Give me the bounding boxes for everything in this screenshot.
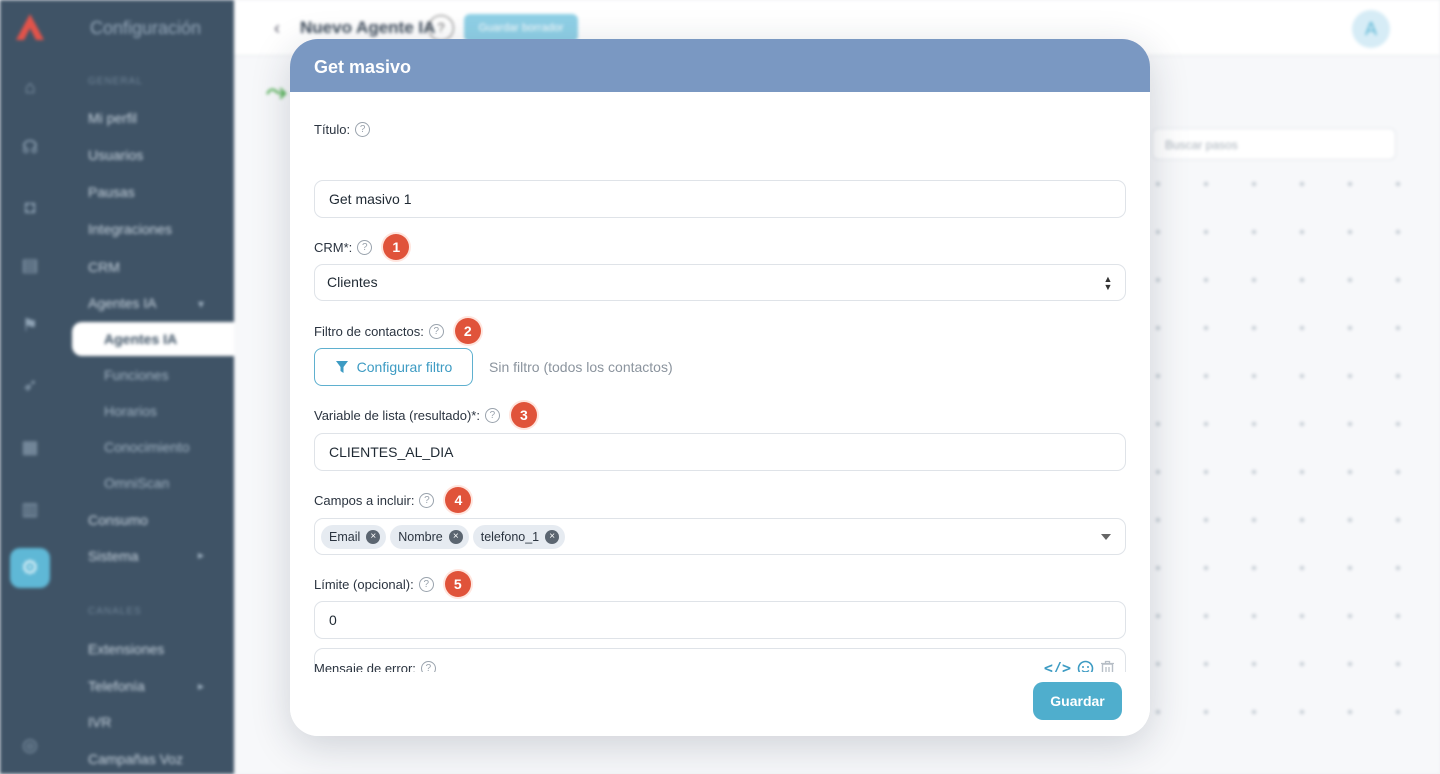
dropdown-caret-icon[interactable]: [1101, 534, 1111, 540]
icon-rail: ⌂ ☊ ◘ ▤ ⚑ ➶ ▦ ▥ ⚙ ◎: [0, 0, 60, 774]
limit-input[interactable]: 0: [314, 601, 1126, 639]
help-icon[interactable]: ?: [428, 15, 454, 41]
get-masivo-modal: Get masivo Título: ? Get masivo 1 CRM*: …: [290, 39, 1150, 736]
menu-subitem-schedules[interactable]: Horarios: [104, 403, 157, 419]
step-badge-3: 3: [510, 402, 537, 428]
step-badge-2: 2: [454, 318, 481, 344]
menu-item-integrations[interactable]: Integraciones: [88, 221, 172, 237]
canvas-search-input[interactable]: Buscar pasos: [1152, 128, 1396, 160]
fields-include-label: Campos a incluir:: [314, 492, 415, 508]
remove-tag-icon[interactable]: ×: [448, 529, 463, 544]
chevron-right-icon: ▸: [197, 679, 204, 693]
configure-filter-button[interactable]: Configurar filtro: [314, 348, 473, 386]
select-sort-icon: ▲ ▼: [1103, 274, 1113, 292]
modal-header: Get masivo: [290, 39, 1150, 92]
menu-subitem-omniscan[interactable]: OmniScan: [104, 475, 169, 491]
crm-select[interactable]: Clientes ▲ ▼: [314, 264, 1126, 301]
menu-item-users[interactable]: Usuarios: [88, 147, 143, 163]
modal-body: Título: ? Get masivo 1 CRM*: ? 1 Cliente…: [314, 92, 1126, 672]
menu-item-consumption[interactable]: Consumo: [88, 512, 148, 528]
title-label-row: Título: ?: [314, 118, 371, 140]
flag-icon[interactable]: ⚑: [19, 314, 41, 336]
remove-tag-icon[interactable]: ×: [545, 529, 560, 544]
modal-footer: [290, 672, 1150, 736]
chevron-down-icon: ▾: [197, 297, 204, 311]
save-draft-button[interactable]: Guardar borrador: [464, 14, 578, 42]
menu-item-profile[interactable]: Mi perfil: [88, 110, 137, 126]
list-variable-label-row: Variable de lista (resultado)*: ? 3: [314, 402, 537, 428]
step-badge-1: 1: [383, 234, 410, 260]
step-badge-4: 4: [445, 487, 472, 513]
menu-header: Configuración: [90, 18, 202, 38]
help-icon[interactable]: ?: [419, 492, 435, 508]
chat-icon[interactable]: ◘: [19, 196, 41, 218]
menu-item-system[interactable]: Sistema: [88, 548, 139, 564]
back-arrow-icon[interactable]: ‹: [274, 18, 280, 39]
contact-filter-label-row: Filtro de contactos: ? 2: [314, 318, 481, 344]
tag-email: Email ×: [321, 524, 387, 549]
menu-item-ivr[interactable]: IVR: [88, 714, 111, 730]
tag-telefono: telefono_1 ×: [472, 524, 566, 549]
reports-icon[interactable]: ▥: [19, 498, 41, 520]
step-badge-5: 5: [444, 571, 471, 597]
title-input[interactable]: Get masivo 1: [314, 180, 1126, 218]
configure-filter-label: Configurar filtro: [356, 359, 453, 375]
save-button[interactable]: Guardar: [1033, 682, 1122, 720]
list-variable-input[interactable]: CLIENTES_AL_DIA: [314, 433, 1126, 471]
rocket-icon[interactable]: ➶: [19, 374, 41, 396]
contacts-icon[interactable]: ▤: [19, 254, 41, 276]
contact-filter-label: Filtro de contactos:: [314, 323, 424, 339]
menu-item-voice-campaigns[interactable]: Campañas Voz: [88, 751, 183, 767]
crm-label-row: CRM*: ? 1: [314, 234, 410, 260]
menu-subitem-ai-agents-selected[interactable]: Agentes IA: [72, 322, 242, 356]
menu-section-general: GENERAL: [88, 76, 143, 87]
menu-item-extensions[interactable]: Extensiones: [88, 641, 164, 657]
menu-subitem-functions[interactable]: Funciones: [104, 367, 169, 383]
home-icon[interactable]: ⌂: [19, 76, 41, 98]
help-icon[interactable]: ?: [355, 121, 371, 137]
tag-nombre: Nombre ×: [390, 524, 469, 549]
calendar-icon[interactable]: ▦: [19, 436, 41, 458]
menu-item-crm[interactable]: CRM: [88, 259, 120, 275]
title-label: Título:: [314, 121, 351, 137]
fields-include-multiselect[interactable]: Email × Nombre × telefono_1 ×: [314, 518, 1126, 555]
help-icon[interactable]: ?: [428, 323, 444, 339]
settings-icon[interactable]: ⚙: [10, 548, 50, 588]
headset-icon[interactable]: ☊: [19, 136, 41, 158]
menu-item-pauses[interactable]: Pausas: [88, 184, 135, 200]
chevron-right-icon: ▸: [197, 548, 204, 562]
page-title: Nuevo Agente IA: [300, 18, 436, 37]
canvas-dot-grid: [1134, 160, 1434, 740]
help-icon[interactable]: ?: [484, 407, 500, 423]
flow-arrow-icon: ⤳: [266, 76, 287, 106]
funnel-icon: [335, 361, 348, 373]
fields-include-label-row: Campos a incluir: ? 4: [314, 487, 472, 513]
limit-label-row: Límite (opcional): ? 5: [314, 571, 471, 597]
settings-menu: Configuración GENERAL Mi perfil Usuarios…: [60, 0, 242, 774]
modal-title: Get masivo: [314, 57, 412, 77]
list-variable-label: Variable de lista (resultado)*:: [314, 407, 480, 423]
help-circle-icon[interactable]: ◎: [19, 734, 41, 756]
filter-status-text: Sin filtro (todos los contactos): [489, 359, 673, 375]
menu-item-telephony[interactable]: Telefonía: [88, 678, 145, 694]
help-icon[interactable]: ?: [418, 576, 434, 592]
remove-tag-icon[interactable]: ×: [366, 529, 381, 544]
avatar[interactable]: A: [1352, 10, 1390, 48]
menu-section-channels: CANALES: [88, 606, 142, 617]
menu-item-ai-agents[interactable]: Agentes IA: [88, 295, 157, 311]
limit-label: Límite (opcional):: [314, 576, 414, 592]
help-icon[interactable]: ?: [357, 239, 373, 255]
menu-subitem-knowledge[interactable]: Conocimiento: [104, 439, 190, 455]
crm-label: CRM*:: [314, 239, 353, 255]
crm-select-value: Clientes: [327, 274, 378, 290]
brand-logo-icon: [16, 14, 44, 40]
